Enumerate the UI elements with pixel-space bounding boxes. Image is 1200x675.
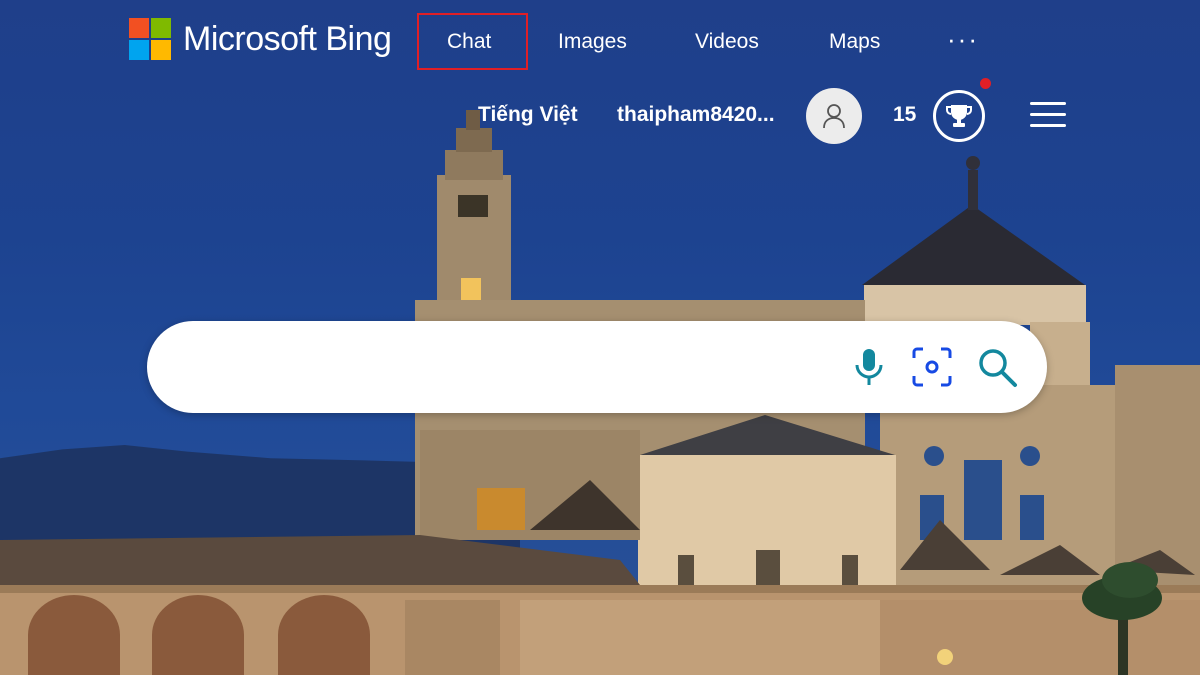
bing-logo[interactable]: Microsoft Bing bbox=[129, 18, 392, 60]
user-icon bbox=[823, 104, 845, 129]
logo-square-blue bbox=[129, 40, 149, 60]
logo-square-green bbox=[151, 18, 171, 38]
nav-maps[interactable]: Maps bbox=[829, 30, 880, 54]
logo-square-yellow bbox=[151, 40, 171, 60]
nav-chat-highlight bbox=[417, 13, 528, 70]
rewards-points: 15 bbox=[893, 103, 917, 126]
search-button[interactable] bbox=[973, 343, 1021, 391]
voice-search-button[interactable] bbox=[845, 343, 893, 391]
avatar-button[interactable] bbox=[806, 88, 862, 144]
notification-dot bbox=[980, 78, 991, 89]
visual-search-icon bbox=[912, 347, 952, 387]
search-box bbox=[147, 321, 1047, 413]
microphone-icon bbox=[855, 349, 883, 385]
microsoft-logo-icon bbox=[129, 18, 171, 60]
hamburger-menu-button[interactable] bbox=[1030, 102, 1066, 128]
search-icon bbox=[979, 349, 1017, 387]
rewards-button[interactable] bbox=[933, 90, 985, 142]
logo-square-red bbox=[129, 18, 149, 38]
visual-search-button[interactable] bbox=[908, 343, 956, 391]
language-link[interactable]: Tiếng Việt bbox=[478, 103, 578, 127]
brand-name: Microsoft Bing bbox=[183, 19, 392, 58]
nav-images[interactable]: Images bbox=[558, 30, 627, 54]
search-input[interactable] bbox=[187, 347, 831, 389]
nav-videos[interactable]: Videos bbox=[695, 30, 759, 54]
username-link[interactable]: thaipham8420... bbox=[617, 103, 775, 127]
nav-more-button[interactable]: ··· bbox=[947, 24, 979, 55]
trophy-icon bbox=[946, 105, 972, 127]
